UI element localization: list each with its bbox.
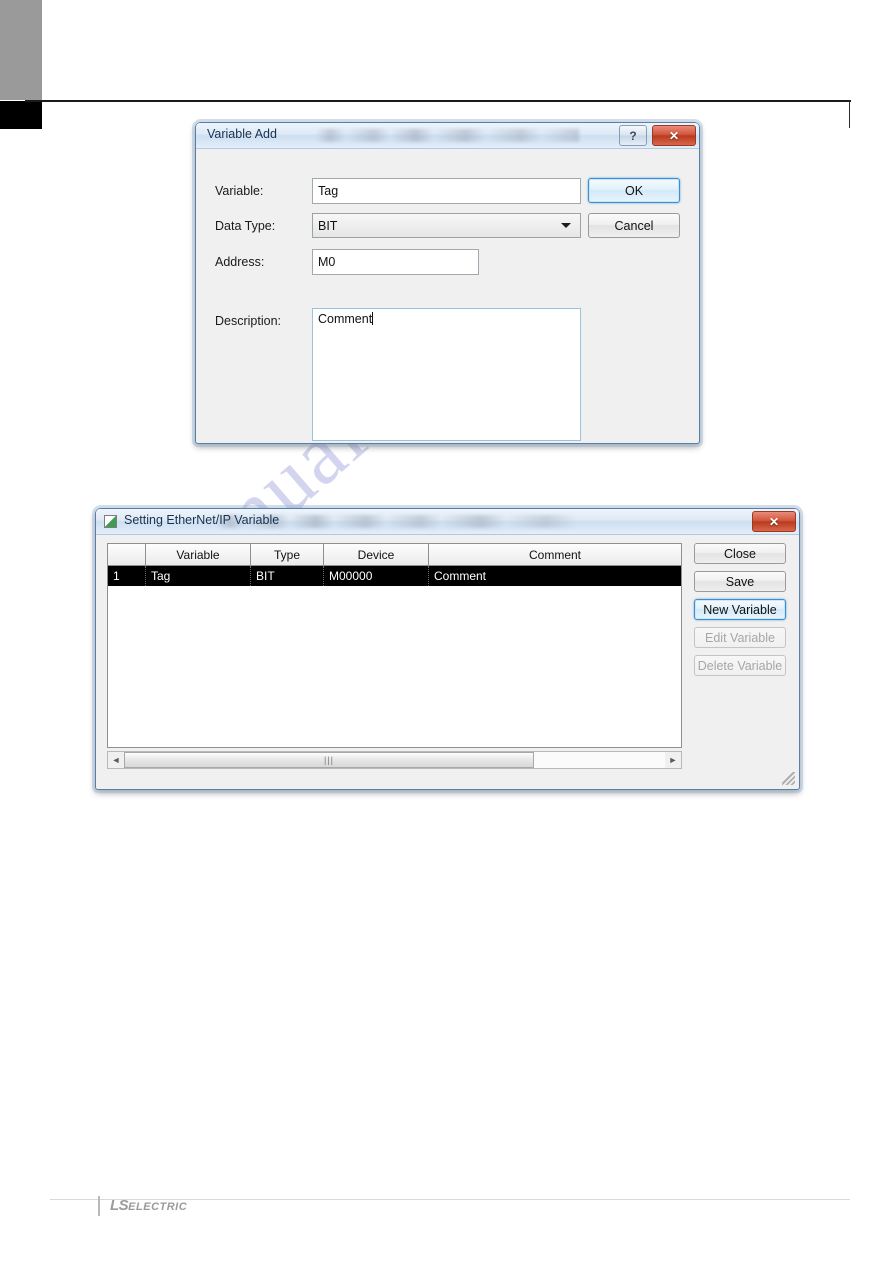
horizontal-scrollbar[interactable]: ◄ ||| ► (107, 751, 682, 769)
variable-add-titlebar[interactable]: Variable Add ? ✕ (196, 123, 699, 149)
data-type-select[interactable]: BIT (312, 213, 581, 238)
cell-index: 1 (108, 566, 146, 586)
close-icon[interactable]: ✕ (752, 511, 796, 532)
header-rule (25, 100, 851, 102)
column-header-comment[interactable]: Comment (429, 544, 681, 565)
ok-button[interactable]: OK (588, 178, 680, 203)
header-rule-tick (849, 100, 850, 128)
page-side-tab (0, 0, 42, 100)
description-textarea[interactable]: Comment (312, 308, 581, 441)
address-label: Address: (215, 255, 265, 269)
variable-grid[interactable]: Variable Type Device Comment 1 Tag BIT M… (107, 543, 682, 748)
grid-header-row: Variable Type Device Comment (108, 544, 681, 566)
address-input[interactable]: M0 (312, 249, 479, 275)
description-value: Comment (318, 312, 373, 326)
variable-add-title: Variable Add (207, 127, 277, 141)
setting-ethernetip-variable-dialog: Setting EtherNet/IP Variable ✕ Variable … (95, 508, 800, 790)
cell-variable: Tag (146, 566, 251, 586)
cancel-button[interactable]: Cancel (588, 213, 680, 238)
scroll-left-arrow-icon[interactable]: ◄ (108, 752, 124, 768)
cell-comment: Comment (434, 569, 487, 583)
variable-input[interactable]: Tag (312, 178, 581, 204)
logo-main: LS (110, 1197, 129, 1214)
logo-sub: ELECTRIC (128, 1201, 188, 1213)
grid-empty-area (108, 586, 681, 746)
scroll-right-arrow-icon[interactable]: ► (665, 752, 681, 768)
titlebar-background-blur (316, 129, 579, 142)
column-header-variable[interactable]: Variable (146, 544, 251, 565)
data-type-value: BIT (318, 219, 338, 233)
setting-dialog-title: Setting EtherNet/IP Variable (124, 513, 280, 527)
variable-add-body: Variable: Tag Data Type: BIT Address: M0… (196, 149, 699, 443)
resize-grip-icon[interactable] (782, 772, 795, 785)
edit-variable-button: Edit Variable (694, 627, 786, 648)
table-row[interactable]: 1 Tag BIT M00000 Comment (108, 566, 681, 586)
column-header-device[interactable]: Device (324, 544, 429, 565)
column-header-index[interactable] (108, 544, 146, 565)
page-chapter-marker (0, 101, 42, 129)
ls-electric-logo: LSELECTRIC (110, 1197, 187, 1214)
variable-label: Variable: (215, 184, 264, 198)
close-icon[interactable]: ✕ (652, 125, 696, 146)
save-button[interactable]: Save (694, 571, 786, 592)
titlebar-background-blur (216, 515, 679, 528)
help-button[interactable]: ? (619, 125, 647, 146)
scrollbar-track[interactable]: ||| (124, 752, 665, 768)
scrollbar-thumb[interactable]: ||| (124, 752, 534, 768)
description-label: Description: (215, 314, 281, 328)
cell-device: M00000 (324, 566, 429, 586)
text-caret (372, 312, 374, 325)
cell-type: BIT (251, 566, 324, 586)
column-header-type[interactable]: Type (251, 544, 324, 565)
setting-dialog-titlebar[interactable]: Setting EtherNet/IP Variable ✕ (96, 509, 799, 535)
data-type-label: Data Type: (215, 219, 276, 233)
new-variable-button[interactable]: New Variable (694, 599, 786, 620)
side-button-panel: Close Save New Variable Edit Variable De… (694, 543, 790, 683)
variable-add-dialog: Variable Add ? ✕ Variable: Tag Data Type… (195, 122, 700, 444)
close-button[interactable]: Close (694, 543, 786, 564)
setting-dialog-body: Variable Type Device Comment 1 Tag BIT M… (96, 535, 799, 789)
footer-logo-bar (98, 1196, 100, 1216)
app-icon (104, 515, 117, 528)
chevron-down-icon (561, 223, 571, 228)
delete-variable-button: Delete Variable (694, 655, 786, 676)
